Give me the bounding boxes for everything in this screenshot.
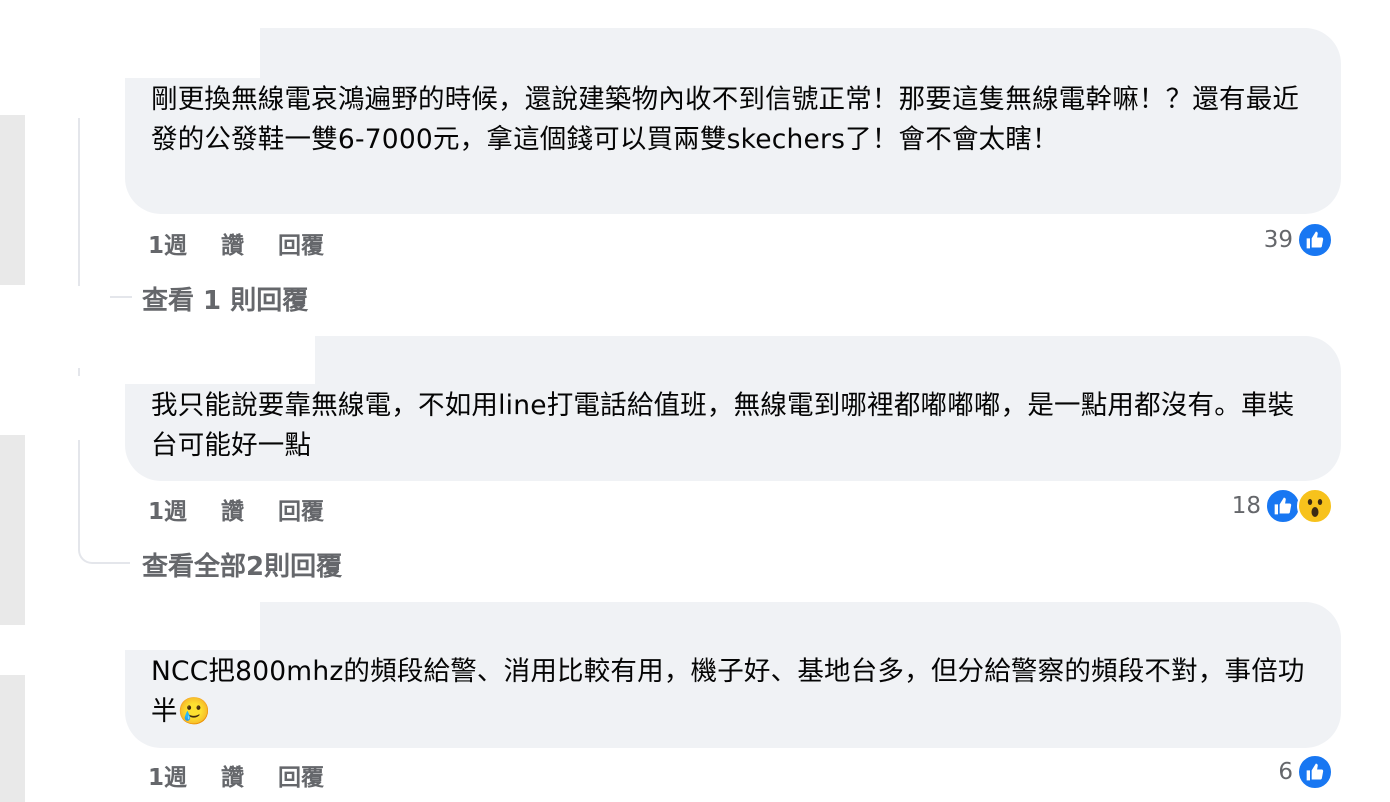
reaction-count: 39 xyxy=(1263,227,1293,253)
left-edge-strip xyxy=(0,435,25,625)
reaction-summary[interactable]: 6 xyxy=(1278,754,1333,790)
bubble-notch xyxy=(125,336,315,384)
comment-actions: 1週 讚 回覆 xyxy=(148,226,358,260)
comment-bubble: NCC把800mhz的頻段給警、消用比較有用，機子好、基地台多，但分給警察的頻段… xyxy=(125,602,1341,748)
like-icon xyxy=(1297,754,1333,790)
like-button[interactable]: 讚 xyxy=(221,758,244,792)
reaction-count: 6 xyxy=(1278,759,1293,785)
comment-text: 我只能說要靠無線電，不如用line打電話給值班，無線電到哪裡都嘟嘟嘟，是一點用都… xyxy=(151,390,1295,461)
left-edge-strip xyxy=(0,675,25,802)
comment-time[interactable]: 1週 xyxy=(148,492,187,526)
comment-bubble: 剛更換無線電哀鴻遍野的時候，還說建築物內收不到信號正常！那要這隻無線電幹嘛！？還… xyxy=(125,28,1341,214)
view-replies-link[interactable]: 查看 1 則回覆 xyxy=(142,280,308,317)
smiling-tear-emoji-icon: 🥲 xyxy=(177,696,211,727)
reply-button[interactable]: 回覆 xyxy=(278,758,324,792)
comment-time[interactable]: 1週 xyxy=(148,226,187,260)
bubble-notch xyxy=(125,602,260,650)
wow-icon xyxy=(1297,488,1333,524)
comment-bubble: 我只能說要靠無線電，不如用line打電話給值班，無線電到哪裡都嘟嘟嘟，是一點用都… xyxy=(125,336,1341,481)
comment-text-body: NCC把800mhz的頻段給警、消用比較有用，機子好、基地台多，但分給警察的頻段… xyxy=(151,656,1305,727)
thread-line xyxy=(78,368,80,376)
reaction-summary[interactable]: 39 xyxy=(1264,222,1333,258)
comment-text: 剛更換無線電哀鴻遍野的時候，還說建築物內收不到信號正常！那要這隻無線電幹嘛！？還… xyxy=(151,84,1300,155)
comment-actions: 1週 讚 回覆 xyxy=(148,492,358,526)
like-button[interactable]: 讚 xyxy=(221,492,244,526)
reply-button[interactable]: 回覆 xyxy=(278,226,324,260)
bubble-notch xyxy=(125,28,260,78)
thread-elbow xyxy=(78,440,130,564)
reaction-count: 18 xyxy=(1231,493,1261,519)
like-button[interactable]: 讚 xyxy=(221,226,244,260)
view-replies-link[interactable]: 查看全部2則回覆 xyxy=(142,546,342,583)
comment-time[interactable]: 1週 xyxy=(148,758,187,792)
thread-connector xyxy=(110,296,132,298)
like-icon xyxy=(1297,222,1333,258)
reply-button[interactable]: 回覆 xyxy=(278,492,324,526)
like-icon xyxy=(1265,488,1301,524)
comment-text: NCC把800mhz的頻段給警、消用比較有用，機子好、基地台多，但分給警察的頻段… xyxy=(151,652,1311,732)
comment-actions: 1週 讚 回覆 xyxy=(148,758,358,792)
left-edge-strip xyxy=(0,115,25,285)
thread-line xyxy=(78,118,80,286)
reaction-summary[interactable]: 18 xyxy=(1232,488,1333,524)
